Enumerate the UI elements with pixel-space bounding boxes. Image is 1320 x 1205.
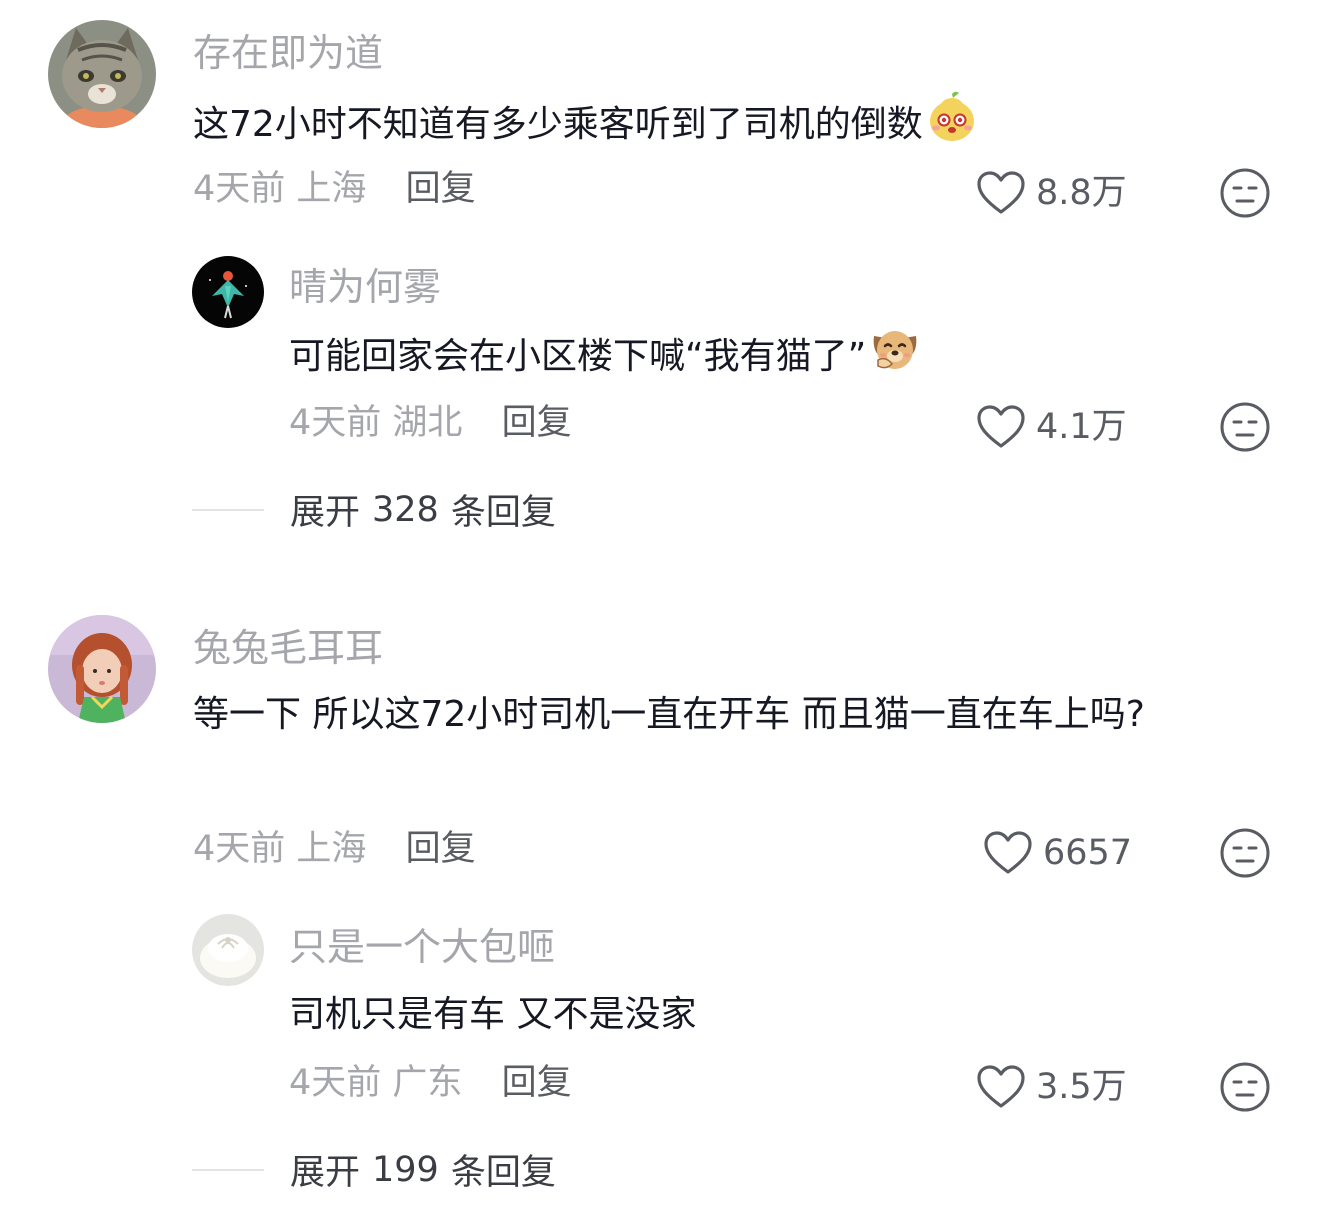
avatar[interactable] xyxy=(192,914,264,986)
comment-meta: 4天前 上海 回复 xyxy=(193,172,476,207)
like-count: 8.8万 xyxy=(1036,172,1127,213)
comment-text: 等一下 所以这72小时司机一直在开车 而且猫一直在车上吗? xyxy=(193,694,1145,735)
expand-label: 展开 xyxy=(290,493,361,533)
like-count: 6657 xyxy=(1043,832,1133,873)
comment-text-body: 这72小时不知道有多少乘客听到了司机的倒数 xyxy=(193,104,923,145)
reply-username[interactable]: 只是一个大包咂 xyxy=(289,928,555,966)
comment-location: 上海 xyxy=(296,169,367,209)
like-count: 3.5万 xyxy=(1036,1066,1127,1107)
expand-replies-button[interactable]: 展开 328 条回复 xyxy=(192,484,556,535)
reply-text: 可能回家会在小区楼下喊“我有猫了” xyxy=(289,322,922,390)
like-count: 4.1万 xyxy=(1036,406,1127,447)
fairy-avatar-image xyxy=(192,256,264,328)
expand-label: 展开 xyxy=(290,1153,361,1193)
expand-suffix: 条回复 xyxy=(450,1153,556,1193)
girl-avatar-image xyxy=(48,615,156,723)
expand-suffix: 条回复 xyxy=(450,493,556,533)
reply-text-body: 可能回家会在小区楼下喊“我有猫了” xyxy=(289,336,867,377)
reply-text: 司机只是有车 又不是没家 xyxy=(289,994,697,1035)
comment-username[interactable]: 存在即为道 xyxy=(193,34,383,72)
expand-count: 328 xyxy=(372,489,439,530)
like-button[interactable]: 4.1万 xyxy=(976,404,1127,450)
reply-username[interactable]: 晴为何雾 xyxy=(289,268,441,306)
unamused-face-icon[interactable] xyxy=(1219,827,1271,879)
like-button[interactable]: 6657 xyxy=(983,830,1132,876)
heart-outline-icon xyxy=(984,831,1032,874)
unamused-face-icon[interactable] xyxy=(1219,401,1271,453)
comment-location: 上海 xyxy=(296,829,367,869)
dog-face-emoji-icon xyxy=(873,331,917,369)
reply-time: 4天前 xyxy=(289,403,382,443)
pear-face-emoji-icon xyxy=(929,91,974,141)
comment-meta: 4天前 上海 回复 xyxy=(193,832,476,867)
reply-button[interactable]: 回复 xyxy=(406,829,476,869)
comment-text: 这72小时不知道有多少乘客听到了司机的倒数 xyxy=(193,90,979,158)
like-button[interactable]: 8.8万 xyxy=(976,170,1127,216)
reply-button[interactable]: 回复 xyxy=(406,169,476,209)
cat-avatar-image xyxy=(48,20,156,128)
reply-location: 湖北 xyxy=(392,403,463,443)
reply-button[interactable]: 回复 xyxy=(502,403,572,443)
comment-username[interactable]: 兔兔毛耳耳 xyxy=(193,629,383,667)
steamed-bun-avatar-image xyxy=(192,914,264,986)
expand-divider xyxy=(192,1168,264,1171)
avatar[interactable] xyxy=(48,20,156,128)
unamused-face-icon[interactable] xyxy=(1219,1061,1271,1113)
expand-count: 199 xyxy=(372,1149,439,1190)
reply-location: 广东 xyxy=(392,1063,463,1103)
like-button[interactable]: 3.5万 xyxy=(976,1064,1127,1110)
heart-outline-icon xyxy=(977,405,1025,448)
heart-outline-icon xyxy=(977,171,1025,214)
expand-replies-button[interactable]: 展开 199 条回复 xyxy=(192,1144,556,1195)
comment-time: 4天前 xyxy=(193,829,286,869)
reply-meta: 4天前 广东 回复 xyxy=(289,1066,572,1101)
heart-outline-icon xyxy=(977,1065,1025,1108)
unamused-face-icon[interactable] xyxy=(1219,167,1271,219)
reply-time: 4天前 xyxy=(289,1063,382,1103)
comment-time: 4天前 xyxy=(193,169,286,209)
avatar[interactable] xyxy=(192,256,264,328)
reply-meta: 4天前 湖北 回复 xyxy=(289,406,572,441)
reply-button[interactable]: 回复 xyxy=(502,1063,572,1103)
comment-list: 存在即为道 这72小时不知道有多少乘客听到了司机的倒数 4天前 上海 回复 8.… xyxy=(0,0,1320,1205)
avatar[interactable] xyxy=(48,615,156,723)
expand-divider xyxy=(192,508,264,511)
